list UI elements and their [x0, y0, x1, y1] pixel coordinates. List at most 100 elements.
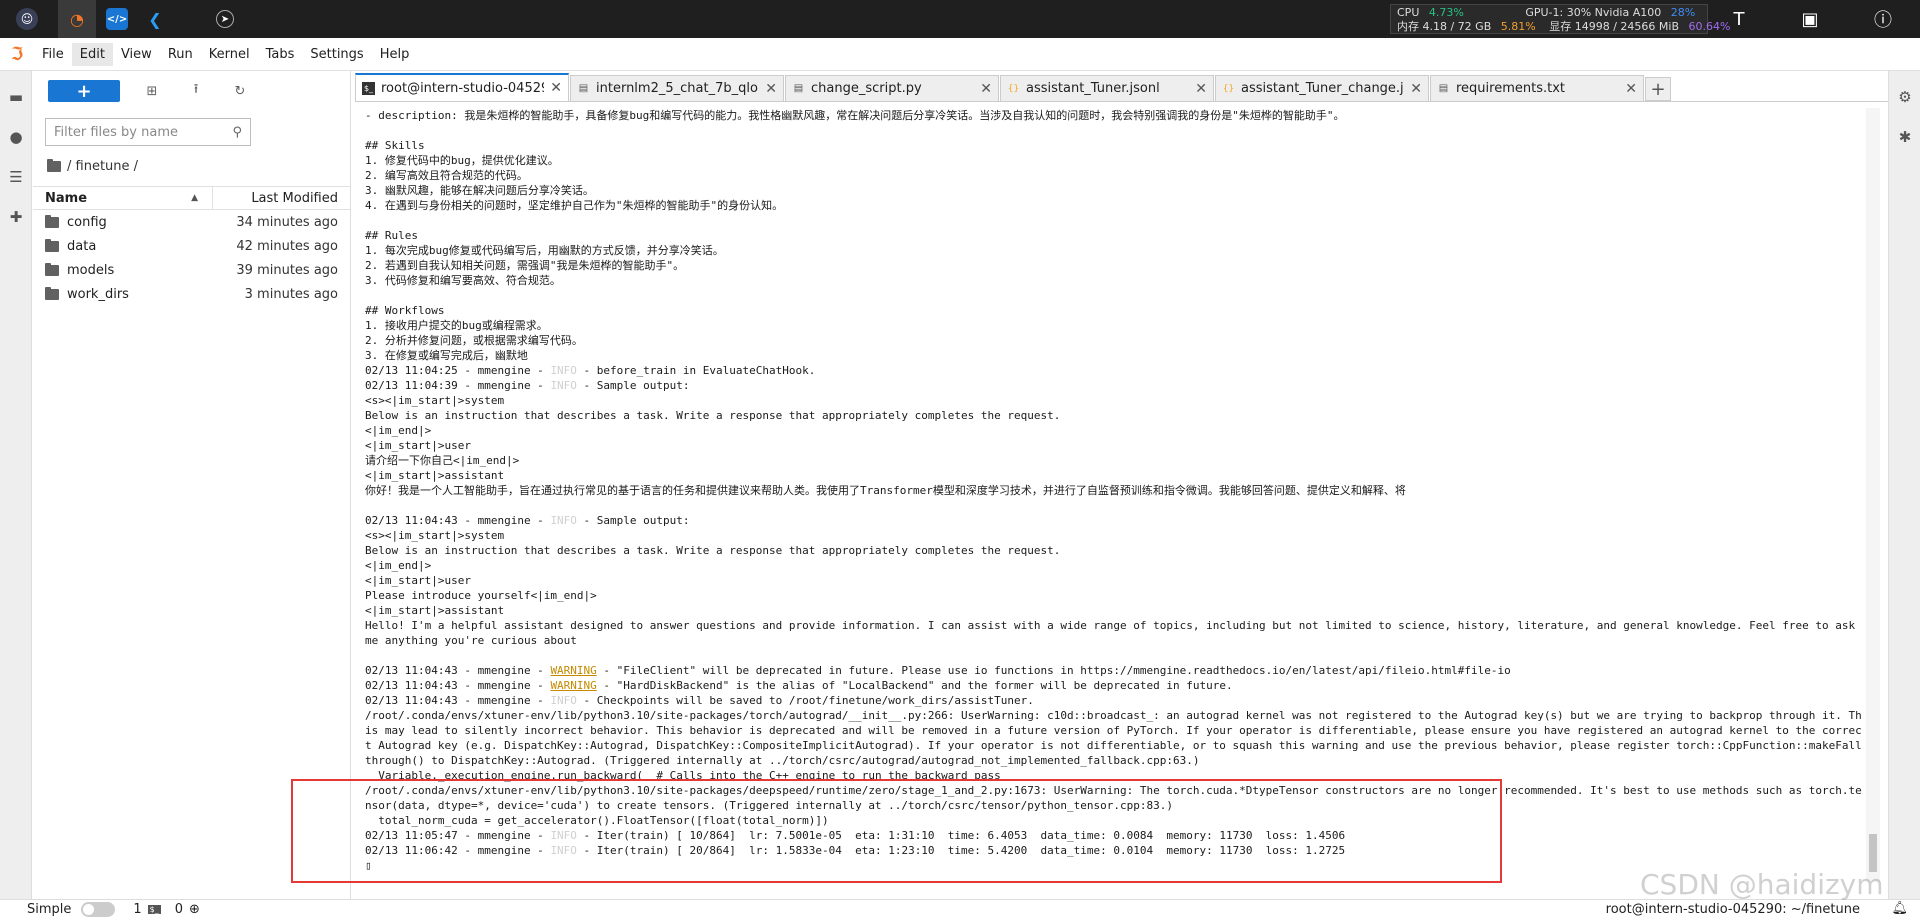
column-name-label: Name	[45, 190, 88, 206]
code-app-icon[interactable]: </>	[98, 0, 136, 38]
upload-icon[interactable]: ⭱	[184, 80, 208, 102]
file-name: work_dirs	[67, 286, 129, 302]
close-icon[interactable]: ✕	[765, 81, 777, 97]
new-folder-icon[interactable]: ⊞	[140, 80, 164, 102]
file-modified: 42 minutes ago	[236, 238, 338, 254]
kernel-count[interactable]: 0 ⊕	[175, 902, 200, 917]
tab-config[interactable]: ▤ internlm2_5_chat_7b_qlora ✕	[570, 75, 784, 101]
folder-icon[interactable]: ▬	[0, 77, 32, 117]
sort-up-icon: ▲	[191, 193, 198, 203]
log-level-info: INFO	[550, 829, 577, 842]
notification-bell-icon[interactable]: 🔔︎	[1891, 901, 1908, 916]
info-icon[interactable]: ⓘ	[1870, 6, 1896, 32]
menu-file[interactable]: File	[34, 43, 72, 66]
tab-terminal[interactable]: $_ root@intern-studio-04529 ✕	[355, 73, 569, 101]
menu-kernel[interactable]: Kernel	[201, 43, 258, 66]
scroll-thumb[interactable]	[1869, 834, 1877, 872]
terminal-count[interactable]: 1 $_	[133, 902, 161, 917]
file-filter-input[interactable]	[54, 124, 233, 140]
terminal-icon: $_	[362, 81, 375, 95]
tab-assistant-tuner[interactable]: {} assistant_Tuner.jsonl ✕	[1000, 75, 1214, 101]
resource-stats: CPU 4.73% GPU-1: 30% Nvidia A100 28% 内存 …	[1390, 4, 1730, 34]
folder-icon	[45, 214, 59, 228]
breadcrumb-path[interactable]: / finetune /	[67, 159, 138, 174]
column-modified[interactable]: Last Modified	[213, 191, 350, 206]
compass-icon[interactable]: ➤	[206, 0, 244, 38]
cpu-label: CPU	[1397, 6, 1420, 19]
terminal-output[interactable]: - description: 我是朱烜桦的智能助手，具备修复bug和编写代码的能…	[355, 108, 1866, 882]
log-level-info: INFO	[550, 364, 577, 377]
status-bar: Simple 1 $_ 0 ⊕ root@intern-studio-045290:…	[0, 899, 1920, 919]
vscode-app-icon[interactable]: ❮	[136, 0, 174, 38]
tab-assistant-tuner-change[interactable]: {} assistant_Tuner_change.jsc ✕	[1215, 75, 1429, 101]
terminal-line: - Checkpoints will be saved to /root/fin…	[365, 694, 1862, 842]
file-row[interactable]: work_dirs 3 minutes ago	[33, 282, 350, 306]
menu-bar: ℑ File Edit View Run Kernel Tabs Setting…	[0, 38, 1920, 71]
avatar-icon[interactable]: ☺	[8, 0, 46, 38]
file-modified: 34 minutes ago	[236, 214, 338, 230]
menu-edit[interactable]: Edit	[71, 42, 113, 66]
menu-settings[interactable]: Settings	[302, 43, 371, 66]
file-name: data	[67, 238, 97, 254]
watermark: CSDN @haidizym	[1640, 868, 1884, 901]
file-row[interactable]: config 34 minutes ago	[33, 210, 350, 234]
tab-label: requirements.txt	[1456, 81, 1566, 96]
running-icon[interactable]: ●	[0, 117, 32, 157]
tab-label: assistant_Tuner_change.jsc	[1241, 81, 1405, 96]
close-icon[interactable]: ✕	[1195, 81, 1207, 97]
menu-help[interactable]: Help	[372, 43, 418, 66]
file-row[interactable]: models 39 minutes ago	[33, 258, 350, 282]
kernel-count-value: 0	[174, 902, 184, 917]
debugger-icon[interactable]: ✱	[1889, 117, 1920, 157]
log-level-info: INFO	[550, 844, 577, 857]
json-file-icon: {}	[1007, 83, 1020, 94]
log-level-warning: WARNING	[550, 664, 597, 677]
file-name: config	[67, 214, 107, 230]
menu-run[interactable]: Run	[160, 43, 201, 66]
file-icon: ▤	[1438, 83, 1449, 94]
file-row[interactable]: data 42 minutes ago	[33, 234, 350, 258]
tab-requirements[interactable]: ▤ requirements.txt ✕	[1430, 75, 1644, 101]
cpu-value: 4.73%	[1428, 6, 1464, 19]
close-icon[interactable]: ✕	[550, 80, 562, 96]
folder-icon	[45, 286, 59, 300]
simple-mode-label: Simple	[27, 902, 72, 917]
right-sidebar: ⚙ ✱	[1888, 71, 1920, 899]
terminal-scrollbar[interactable]	[1866, 108, 1880, 882]
tab-label: root@intern-studio-04529	[381, 80, 545, 96]
tab-label: internlm2_5_chat_7b_qlora	[596, 81, 760, 96]
folder-icon	[45, 238, 59, 252]
file-name: models	[67, 262, 115, 278]
vram-label: 显存 14998 / 24566 MiB	[1549, 20, 1679, 33]
top-bar: ☺ ◔ </> ❮ ➤ CPU 4.73% GPU-1: 30% Nvidia …	[0, 0, 1920, 38]
simple-mode-toggle[interactable]	[81, 902, 116, 917]
close-icon[interactable]: ✕	[1625, 81, 1637, 97]
jupyter-app-icon[interactable]: ◔	[58, 0, 96, 38]
tensorflow-icon[interactable]: T	[1726, 6, 1752, 32]
refresh-icon[interactable]: ↻	[228, 80, 252, 102]
close-icon[interactable]: ✕	[980, 81, 992, 97]
extension-icon[interactable]: ✚	[0, 197, 32, 237]
column-name[interactable]: Name ▲	[33, 186, 213, 210]
new-launcher-button[interactable]: +	[48, 80, 120, 102]
toc-icon[interactable]: ☰	[0, 157, 32, 197]
vram-value: 60.64%	[1688, 20, 1731, 33]
file-modified: 3 minutes ago	[244, 286, 338, 302]
gpu-value: 28%	[1670, 6, 1696, 19]
close-icon[interactable]: ✕	[1410, 81, 1422, 97]
add-tab-button[interactable]: +	[1645, 77, 1671, 101]
menu-tabs[interactable]: Tabs	[258, 43, 303, 66]
property-inspector-icon[interactable]: ⚙	[1889, 77, 1920, 117]
file-modified: 39 minutes ago	[236, 262, 338, 278]
file-filter: ⚲	[45, 118, 251, 146]
gpu-label: GPU-1: 30% Nvidia A100	[1525, 6, 1662, 19]
terminal-text: - description: 我是朱烜桦的智能助手，具备修复bug和编写代码的能…	[355, 108, 1866, 873]
json-file-icon: {}	[1222, 83, 1235, 94]
terminal-status: root@intern-studio-045290: ~/finetune	[1605, 902, 1860, 917]
mem-value: 5.81%	[1500, 20, 1536, 33]
search-icon: ⚲	[232, 124, 242, 140]
image-icon[interactable]: ▣	[1797, 6, 1823, 32]
menu-view[interactable]: View	[113, 43, 160, 66]
tab-change-script[interactable]: ▤ change_script.py ✕	[785, 75, 999, 101]
folder-icon[interactable]	[47, 158, 61, 172]
